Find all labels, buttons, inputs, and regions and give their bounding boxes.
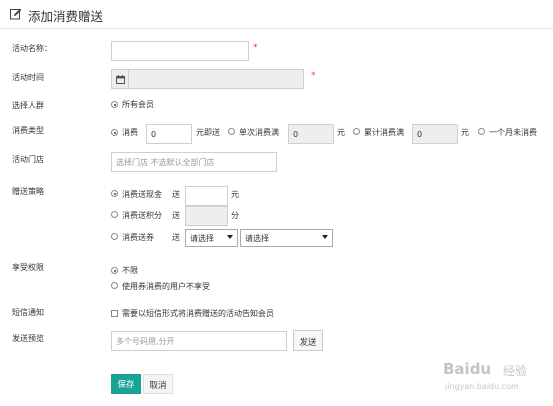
- consume-type-label: 消费类型: [12, 126, 44, 135]
- all-members-label: 所有会员: [122, 100, 154, 109]
- gift-points-input[interactable]: [185, 206, 228, 226]
- month-no-consume-radio[interactable]: [478, 128, 485, 135]
- sms-checkbox[interactable]: [111, 310, 118, 317]
- coupon-select-2[interactable]: 请选择: [240, 229, 333, 247]
- target-group-label: 选择人群: [12, 101, 44, 110]
- cumulative-consume-input[interactable]: [412, 124, 458, 144]
- baidu-jingyan-watermark: Baidu 经验 jingyan.baidu.com: [443, 360, 543, 400]
- coupon-select-2-value: 请选择: [245, 234, 269, 243]
- gift-coupon-radio[interactable]: [111, 233, 118, 240]
- cumulative-consume-suffix: 元: [461, 128, 469, 137]
- page-title: 添加消费赠送: [28, 9, 104, 24]
- gift-coupon-label: 消费送券: [122, 233, 154, 242]
- activity-name-input[interactable]: [111, 41, 249, 61]
- calendar-button[interactable]: [111, 69, 129, 89]
- calendar-icon: [116, 75, 125, 84]
- single-consume-input[interactable]: [288, 124, 334, 144]
- chevron-down-icon: [322, 235, 328, 239]
- gift-cash-radio[interactable]: [111, 190, 118, 197]
- activity-time-input[interactable]: [128, 69, 304, 89]
- single-consume-radio[interactable]: [228, 128, 235, 135]
- consume-radio[interactable]: [111, 129, 118, 136]
- rights-label: 享受权限: [12, 263, 44, 272]
- gift-cash-label: 消费送现金: [122, 190, 162, 199]
- gift-strategy-label: 赠送策略: [12, 187, 44, 196]
- rights-unlimited-label: 不限: [122, 266, 138, 275]
- gift-cash-suffix: 元: [231, 190, 239, 199]
- gift-coupon-prefix: 送: [172, 233, 180, 242]
- store-label: 活动门店: [12, 155, 44, 164]
- activity-name-required: *: [253, 43, 258, 53]
- single-consume-suffix: 元: [337, 128, 345, 137]
- watermark-brand: Baidu: [443, 360, 492, 378]
- preview-label: 发送预览: [12, 334, 44, 343]
- gift-points-label: 消费送积分: [122, 211, 162, 220]
- preview-phone-input[interactable]: [111, 331, 287, 351]
- gift-points-prefix: 送: [172, 211, 180, 220]
- gift-cash-input[interactable]: [185, 186, 228, 206]
- cancel-button[interactable]: 取消: [143, 374, 173, 394]
- edit-icon: [10, 8, 22, 20]
- coupon-select-1-value: 请选择: [190, 234, 214, 243]
- rights-coupon-users-radio[interactable]: [111, 282, 118, 289]
- activity-time-label: 活动时间: [12, 73, 44, 82]
- send-preview-button[interactable]: 发送: [293, 330, 323, 351]
- watermark-url: jingyan.baidu.com: [445, 382, 519, 391]
- gift-points-radio[interactable]: [111, 211, 118, 218]
- cumulative-consume-label: 累计消费满: [364, 128, 404, 137]
- gift-points-suffix: 分: [231, 211, 239, 220]
- chevron-down-icon: [227, 235, 233, 239]
- activity-name-label: 活动名称：: [12, 44, 52, 53]
- all-members-radio[interactable]: [111, 101, 118, 108]
- consume-suffix: 元即送: [196, 128, 220, 137]
- rights-unlimited-radio[interactable]: [111, 267, 118, 274]
- coupon-select-1[interactable]: 请选择: [185, 229, 238, 247]
- watermark-brand-cn: 经验: [503, 364, 528, 378]
- save-button[interactable]: 保存: [111, 374, 141, 394]
- page-header: 添加消费赠送: [0, 0, 553, 29]
- rights-coupon-users-label: 使用券消费的用户不享受: [122, 282, 210, 291]
- sms-label: 短信通知: [12, 308, 44, 317]
- single-consume-label: 单次消费满: [239, 128, 279, 137]
- sms-checkbox-label: 需要以短信形式将消费赠送的活动告知会员: [122, 309, 274, 318]
- store-input[interactable]: [111, 152, 277, 172]
- consume-amount-input[interactable]: [146, 124, 192, 144]
- month-no-consume-label: 一个月未消费: [489, 128, 537, 137]
- consume-label: 消费: [122, 128, 138, 137]
- activity-time-required: *: [311, 71, 316, 81]
- gift-cash-prefix: 送: [172, 190, 180, 199]
- cumulative-consume-radio[interactable]: [353, 128, 360, 135]
